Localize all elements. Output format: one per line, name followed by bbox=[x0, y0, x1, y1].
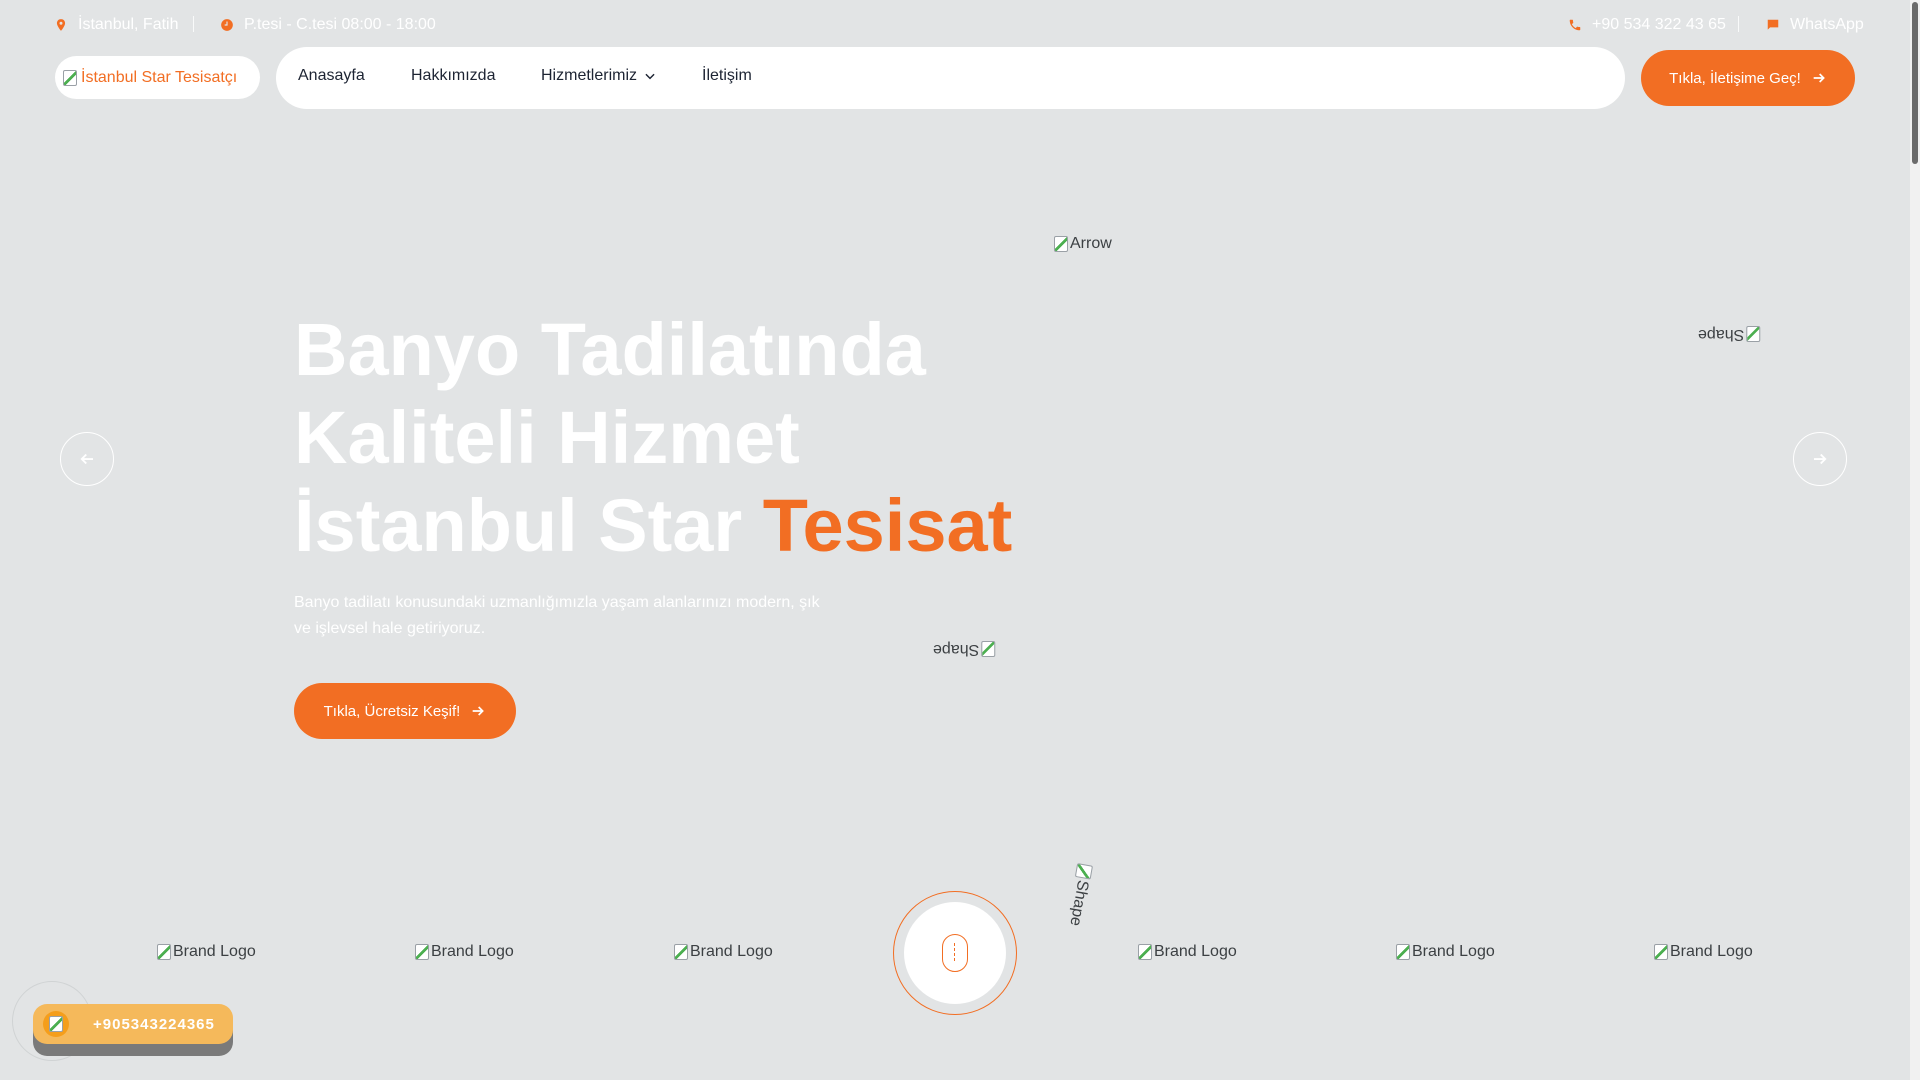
chat-icon bbox=[1767, 19, 1779, 30]
nav-item-anasayfa[interactable]: Anasayfa bbox=[298, 67, 365, 85]
hero-title-line3: İstanbul Star bbox=[294, 484, 763, 567]
shape-image-bottom: Shape bbox=[1065, 863, 1094, 927]
slider-next-button[interactable] bbox=[1793, 432, 1847, 486]
location-text: İstanbul, Fatih bbox=[78, 16, 179, 33]
brand-logo: Brand Logo bbox=[157, 943, 256, 961]
hero-title-accent: Tesisat bbox=[762, 484, 1013, 567]
hours-text: P.tesi - C.tesi 08:00 - 18:00 bbox=[244, 16, 436, 33]
broken-image-icon bbox=[1054, 236, 1068, 252]
arrow-left-icon bbox=[80, 453, 93, 465]
nav-item-label: Hizmetlerimiz bbox=[541, 67, 637, 84]
brand-alt-text: Brand Logo bbox=[690, 943, 773, 960]
hero-description: Banyo tadilatı konusundaki uzmanlığımızl… bbox=[294, 594, 820, 637]
scroll-down-button[interactable] bbox=[904, 902, 1006, 1004]
scrollbar-thumb[interactable] bbox=[1912, 2, 1918, 164]
phone-widget-number: +905343224365 bbox=[93, 1015, 215, 1033]
arrow-right-icon bbox=[473, 706, 485, 716]
map-pin-icon bbox=[56, 19, 66, 31]
cta-label: Tıkla, Ücretsiz Keşif! bbox=[323, 702, 461, 720]
arrow-right-icon bbox=[1814, 453, 1827, 465]
brand-alt-text: Brand Logo bbox=[1412, 943, 1495, 960]
broken-image-icon bbox=[981, 641, 996, 657]
brand-alt-text: Brand Logo bbox=[431, 943, 514, 960]
hero-title-line1: Banyo Tadilatında bbox=[294, 308, 926, 391]
whatsapp-link[interactable]: WhatsApp bbox=[1766, 16, 1864, 34]
shape-alt-text: Shape bbox=[933, 641, 980, 658]
cta-label: Tıkla, İletişime Geç! bbox=[1669, 69, 1801, 87]
contact-cta-button[interactable]: Tıkla, İletişime Geç! bbox=[1641, 50, 1855, 106]
broken-image-icon bbox=[63, 69, 77, 86]
hero-title: Banyo Tadilatında Kaliteli Hizmet İstanb… bbox=[294, 306, 1094, 570]
phone-icon bbox=[43, 1011, 69, 1037]
location-info: İstanbul, Fatih bbox=[54, 16, 179, 34]
arrow-image: Arrow bbox=[1054, 235, 1112, 253]
divider bbox=[1738, 16, 1739, 32]
chevron-down-icon bbox=[645, 73, 655, 80]
broken-image-icon bbox=[415, 944, 429, 960]
nav-item-hakkimizda[interactable]: Hakkımızda bbox=[411, 67, 495, 85]
brand-logo: Brand Logo bbox=[674, 943, 773, 961]
broken-image-icon bbox=[157, 944, 171, 960]
shape-alt-text: Shape bbox=[1698, 326, 1745, 343]
brand-alt-text: Brand Logo bbox=[1154, 943, 1237, 960]
hero-title-line2: Kaliteli Hizmet bbox=[294, 396, 800, 479]
broken-image-icon bbox=[1746, 326, 1761, 342]
divider bbox=[193, 16, 194, 32]
shape-image-top: Shape bbox=[1698, 325, 1761, 343]
slider-prev-button[interactable] bbox=[60, 432, 114, 486]
broken-image-icon bbox=[49, 1016, 63, 1032]
broken-image-icon bbox=[1074, 863, 1094, 880]
logo-alt-text: İstanbul Star Tesisatçı bbox=[81, 68, 238, 86]
shape-image-middle: Shape bbox=[933, 640, 996, 658]
brand-logo: Brand Logo bbox=[415, 943, 514, 961]
brand-alt-text: Brand Logo bbox=[173, 943, 256, 960]
logo-image: İstanbul Star Tesisatçı bbox=[63, 69, 237, 87]
phone-link[interactable]: +90 534 322 43 65 bbox=[1568, 16, 1726, 34]
broken-image-icon bbox=[674, 944, 688, 960]
phone-text: +90 534 322 43 65 bbox=[1592, 16, 1726, 33]
top-info-bar: İstanbul, Fatih P.tesi - C.tesi 08:00 - … bbox=[0, 0, 1910, 48]
hours-info: P.tesi - C.tesi 08:00 - 18:00 bbox=[220, 16, 436, 34]
shape-alt-text: Shape bbox=[1066, 878, 1092, 928]
arrow-alt-text: Arrow bbox=[1070, 235, 1112, 252]
phone-icon bbox=[1569, 19, 1581, 31]
brand-logo: Brand Logo bbox=[1138, 943, 1237, 961]
broken-image-icon bbox=[1654, 944, 1668, 960]
whatsapp-text: WhatsApp bbox=[1790, 16, 1864, 33]
brand-logo: Brand Logo bbox=[1654, 943, 1753, 961]
clock-icon bbox=[221, 19, 233, 31]
mouse-scroll-icon bbox=[942, 934, 968, 972]
nav-item-hizmetlerimiz[interactable]: Hizmetlerimiz bbox=[541, 67, 657, 85]
brand-logo: Brand Logo bbox=[1396, 943, 1495, 961]
arrow-right-icon bbox=[1813, 73, 1825, 83]
broken-image-icon bbox=[1396, 944, 1410, 960]
logo-link[interactable]: İstanbul Star Tesisatçı bbox=[55, 56, 260, 99]
broken-image-icon bbox=[1138, 944, 1152, 960]
brand-alt-text: Brand Logo bbox=[1670, 943, 1753, 960]
nav-item-iletisim[interactable]: İletişim bbox=[702, 67, 752, 85]
phone-call-button[interactable]: +905343224365 bbox=[33, 1004, 233, 1044]
free-survey-cta-button[interactable]: Tıkla, Ücretsiz Keşif! bbox=[294, 683, 516, 739]
main-nav: Anasayfa Hakkımızda Hizmetlerimiz İletiş… bbox=[276, 47, 1625, 109]
